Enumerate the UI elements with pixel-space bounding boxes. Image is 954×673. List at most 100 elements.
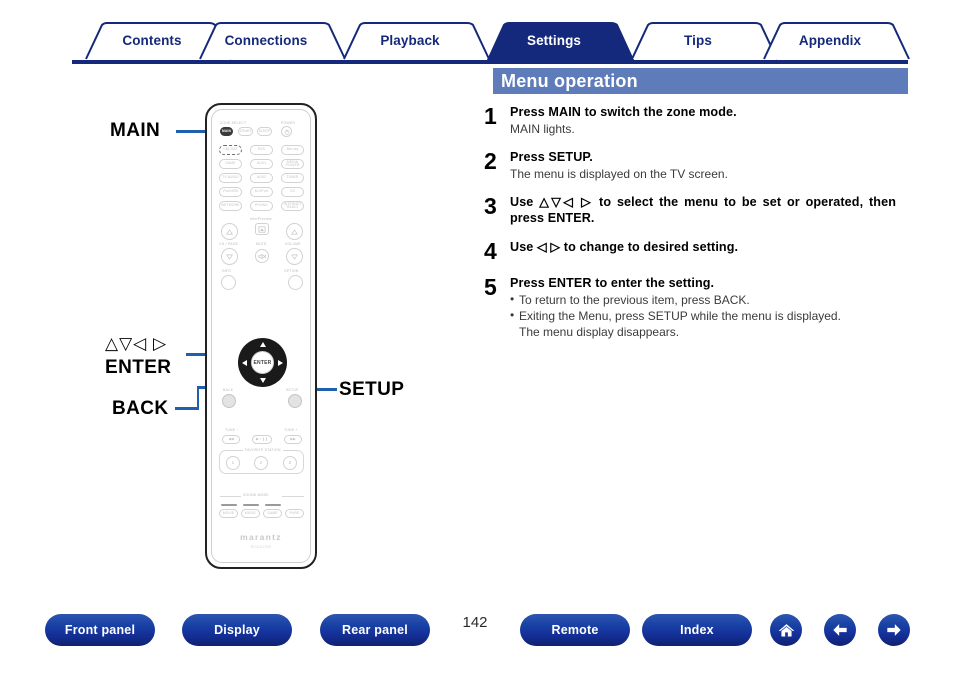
leader-line-back-h1 [175, 407, 199, 410]
footer-button-front-panel[interactable]: Front panel [45, 614, 155, 646]
remote-button-aux2[interactable]: AUX2 [250, 173, 273, 183]
step-number: 5 [484, 273, 497, 300]
remote-button-pure[interactable]: PURE [285, 509, 304, 518]
remote-button-network[interactable]: NETWORK [219, 201, 242, 211]
remote-button-aux1[interactable]: AUX1 [250, 159, 273, 169]
footer-button-remote[interactable]: Remote [520, 614, 630, 646]
remote-button-info-preview[interactable] [255, 223, 269, 235]
step-title: Press ENTER to enter the setting. [510, 275, 715, 290]
remote-button-bluray[interactable]: Blu-ray [281, 145, 304, 155]
remote-button-dvd[interactable]: DVD [250, 145, 273, 155]
step-number: 4 [484, 237, 497, 264]
cursor-up-icon[interactable] [259, 342, 266, 347]
step-item: 2 Press SETUP. The menu is displayed on … [484, 149, 914, 182]
page-title: Menu operation [501, 70, 638, 91]
tab-label: Tips [684, 33, 712, 48]
cursor-left-icon[interactable] [242, 359, 247, 366]
step-body: Press MAIN to switch the zone mode. MAIN… [510, 104, 914, 137]
step-bullet-list: To return to the previous item, press BA… [510, 291, 914, 340]
tab-appendix[interactable]: Appendix [750, 22, 910, 60]
footer-button-display[interactable]: Display [182, 614, 292, 646]
remote-button-movie[interactable]: MOVIE [219, 509, 238, 518]
remote-button-phono[interactable]: PHONO [250, 201, 273, 211]
remote-button-music[interactable]: MUSIC [241, 509, 260, 518]
remote-button-favorite-1[interactable]: 1 [226, 456, 240, 470]
remote-button-media-player[interactable]: MEDIA PLAYER [281, 159, 304, 169]
remote-button-tuner[interactable]: TUNER [281, 173, 304, 183]
dpad-cluster[interactable]: ENTER [238, 338, 287, 387]
remote-button-channel-down[interactable] [221, 248, 238, 265]
remote-button-cbl-sat[interactable]: CBL/SAT [219, 145, 242, 155]
step-bullet-continuation: The menu display disappears. [519, 324, 680, 339]
triangle-up-icon [291, 228, 298, 234]
step-number: 2 [484, 148, 497, 175]
tab-settings[interactable]: Settings [474, 22, 634, 60]
remote-button-channel-up[interactable] [221, 223, 238, 240]
page-number: 142 [462, 614, 488, 631]
remote-button-skip-back[interactable]: ◀◀ [222, 435, 240, 444]
remote-button-info[interactable] [221, 275, 236, 290]
remote-button-volume-up[interactable] [286, 223, 303, 240]
remote-button-setup[interactable] [288, 394, 302, 408]
mute-icon [257, 252, 266, 260]
arrow-right-glyph [887, 624, 901, 636]
remote-button-internet-radio[interactable]: INTERNET RADIO [281, 201, 304, 211]
power-label: POWER [281, 121, 296, 125]
remote-button-favorite-2[interactable]: 2 [254, 456, 268, 470]
remote-button-back[interactable] [222, 394, 236, 408]
tab-label: Appendix [798, 33, 862, 48]
step-body: Press SETUP. The menu is displayed on th… [510, 149, 914, 182]
remote-button-skip-forward[interactable]: ▶▶ [284, 435, 302, 444]
footer-button-index[interactable]: Index [642, 614, 752, 646]
remote-button-enter[interactable]: ENTER [251, 351, 274, 374]
remote-button-ipod-usb[interactable]: Pod/USB [219, 187, 242, 197]
remote-button-zone2[interactable]: ZONE2 [238, 127, 253, 136]
step-body: Use ◁ ▷ to change to desired setting. [510, 239, 914, 263]
arrow-right-icon[interactable] [878, 614, 910, 646]
setup-label: SETUP [286, 388, 299, 392]
tab-connections[interactable]: Connections [186, 22, 346, 60]
remote-button-cd[interactable]: CD [281, 187, 304, 197]
cursor-right-icon[interactable] [278, 359, 283, 366]
step-title: Use ◁ ▷ to change to desired setting. [510, 239, 739, 254]
home-icon[interactable] [770, 614, 802, 646]
remote-button-mxport[interactable]: M-XPort [250, 187, 273, 197]
ch-page-label: CH / PAGE [219, 242, 239, 246]
sound-mode-bar-game [265, 504, 281, 506]
tab-playback[interactable]: Playback [330, 22, 490, 60]
remote-button-game[interactable]: GAME [219, 159, 242, 169]
remote-button-main[interactable]: MAIN [220, 127, 233, 136]
step-title: Press SETUP. [510, 150, 593, 165]
info-preview-label: Info/Preview [250, 217, 272, 221]
remote-button-volume-down[interactable] [286, 248, 303, 265]
step-item: 5 Press ENTER to enter the setting. To r… [484, 275, 914, 340]
callout-main: MAIN [110, 120, 161, 141]
sound-mode-bar-movie [221, 504, 237, 506]
model-number: RC022SR [250, 544, 272, 549]
triangle-up-icon [226, 228, 233, 234]
footer-button-rear-panel[interactable]: Rear panel [320, 614, 430, 646]
remote-inner-panel: ZONE SELECT POWER MAIN ZONE2 SLEEP CBL/S… [211, 109, 311, 563]
sound-mode-label: SOUND MODE [243, 493, 269, 497]
remote-control-illustration: ZONE SELECT POWER MAIN ZONE2 SLEEP CBL/S… [205, 103, 317, 569]
step-body: Use △▽◁ ▷ to select the menu to be set o… [510, 194, 914, 226]
info-label: INFO [222, 269, 232, 273]
remote-button-favorite-3[interactable]: 3 [283, 456, 297, 470]
arrow-left-icon[interactable] [824, 614, 856, 646]
remote-button-game-mode[interactable]: GAME [263, 509, 282, 518]
step-title: Press MAIN to switch the zone mode. [510, 105, 737, 119]
step-body: Press ENTER to enter the setting. To ret… [510, 275, 914, 340]
remote-button-sleep[interactable]: SLEEP [257, 127, 272, 136]
volume-label: VOLUME [285, 242, 301, 246]
remote-button-mute[interactable] [255, 249, 269, 263]
tab-label: Playback [380, 33, 440, 48]
tab-label: Settings [526, 33, 582, 48]
callout-back: BACK [112, 398, 169, 419]
step-bullet: To return to the previous item, press BA… [510, 291, 914, 308]
power-icon[interactable] [281, 126, 292, 137]
remote-button-play-pause[interactable]: ▶ / ❙❙ [252, 435, 272, 444]
remote-button-tv-audio[interactable]: TV AUDIO [219, 173, 242, 183]
cursor-down-icon[interactable] [259, 378, 266, 383]
step-item: 4 Use ◁ ▷ to change to desired setting. [484, 239, 914, 263]
remote-button-option[interactable] [288, 275, 303, 290]
